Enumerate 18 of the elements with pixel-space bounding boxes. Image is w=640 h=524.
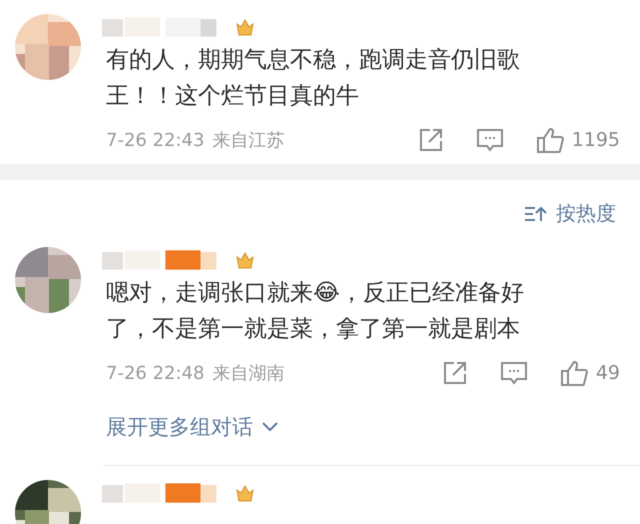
comment-source: 来自江苏: [212, 129, 284, 152]
sort-button[interactable]: 按热度: [524, 200, 616, 227]
thumbs-up-icon: [536, 126, 564, 154]
thumbs-up-icon: [560, 359, 588, 387]
comment-icon[interactable]: [500, 360, 528, 386]
comment-time: 7-26 22:43: [106, 130, 204, 150]
share-icon[interactable]: [418, 127, 444, 153]
comment-text: 有的人，期期气息不稳，跑调走音仍旧歌王！！这个烂节目真的牛: [106, 46, 521, 111]
like-button[interactable]: 1195: [536, 126, 620, 154]
comment-source: 来自湖南: [212, 362, 284, 385]
like-button[interactable]: 49: [560, 359, 620, 387]
share-icon[interactable]: [442, 360, 468, 386]
expand-replies-link[interactable]: 展开更多组对话: [106, 413, 279, 441]
comment-icon[interactable]: [476, 127, 504, 153]
chevron-down-icon: [261, 421, 279, 433]
sort-icon: [524, 204, 548, 222]
comment-text: 嗯对，走调张口就来😂，反正已经准备好了，不是第一就是菜，拿了第一就是剧本: [106, 279, 525, 344]
comment-time: 7-26 22:48: [106, 362, 204, 384]
